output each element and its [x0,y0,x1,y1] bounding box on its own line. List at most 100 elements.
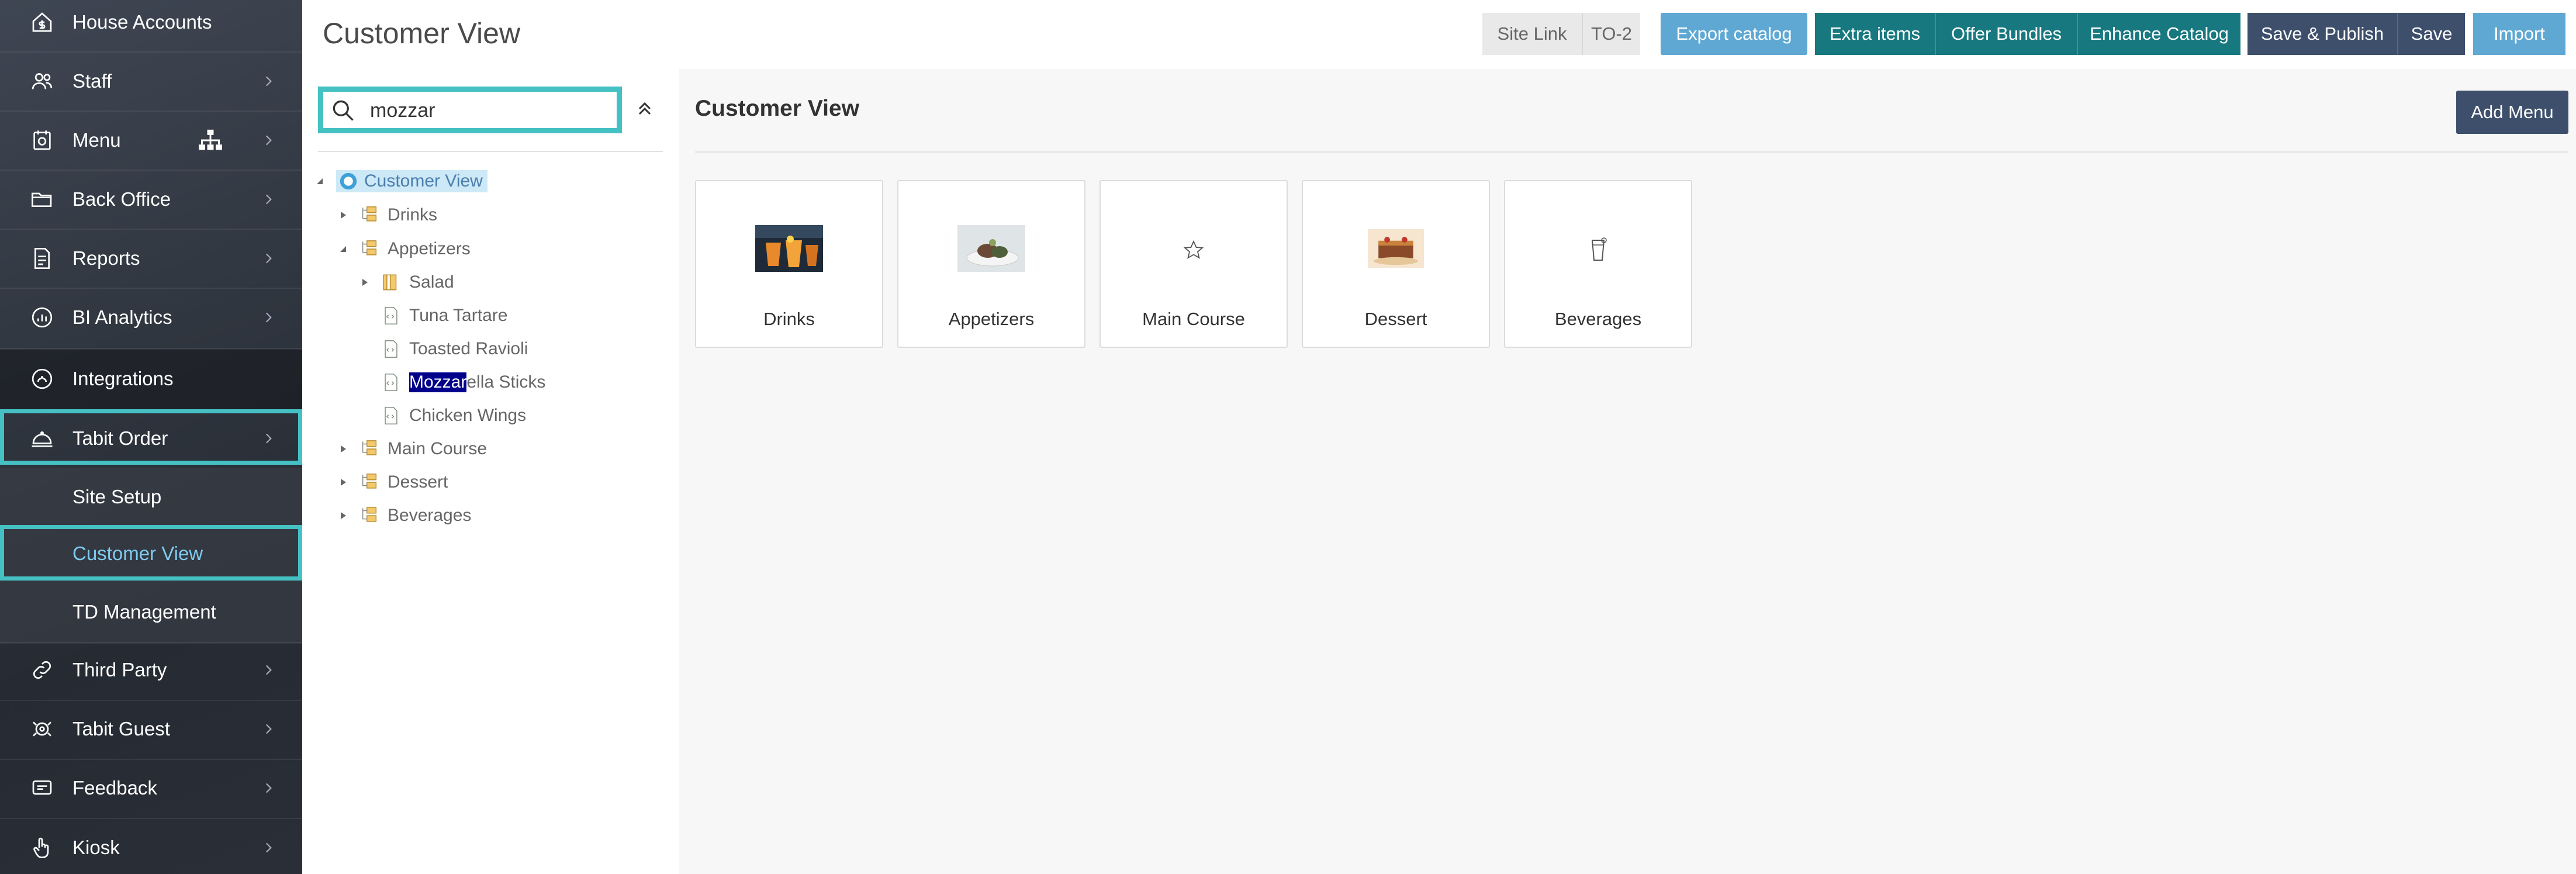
section-title: Customer View [695,96,860,121]
chevron-right-icon [265,842,272,853]
tree-node-toasted-ravioli[interactable]: Toasted Ravioli [381,335,528,363]
sidebar-item-back-office[interactable]: Back Office [0,170,302,229]
item-icon [385,407,397,424]
chevron-right-icon [265,253,272,264]
sidebar-item-integrations[interactable]: Integrations [0,350,302,408]
sidebar-item-kiosk[interactable]: Kiosk [0,818,302,874]
category-icon [362,507,377,522]
card-label: Appetizers [948,309,1035,329]
sidebar-item-label: Feedback [72,777,157,799]
sidebar-item-label: Reports [72,247,140,269]
item-icon [385,374,397,391]
chevron-right-icon [265,135,272,146]
sidebar-item-tabit-guest[interactable]: Tabit Guest [0,700,302,758]
caret-right-icon[interactable] [337,476,349,488]
tree-node-label: Appetizers [388,239,471,258]
sidebar-item-label: BI Analytics [72,306,172,328]
chevron-right-icon [265,194,272,205]
menu-card-appetizers[interactable]: Appetizers [897,180,1085,348]
tree-node-salad[interactable]: Salad [359,268,454,296]
sidebar: House Accounts Staff Menu Back Office Re… [0,0,302,874]
tree-node-mozzarella-sticks[interactable]: Mozzar ella Sticks [381,368,545,396]
card-label: Main Course [1142,309,1245,329]
sidebar-divider [0,348,302,349]
caret-down-icon[interactable] [337,243,349,255]
category-icon [362,206,377,222]
category-icon [362,440,377,455]
sidebar-item-third-party[interactable]: Third Party [0,641,302,699]
add-menu-button[interactable]: Add Menu [2456,91,2568,134]
collapse-all-icon[interactable] [634,98,655,119]
sidebar-subitem-td-management[interactable]: TD Management [0,583,302,641]
menu-card-dessert[interactable]: Dessert [1302,180,1490,348]
tree-node-label: Salad [409,272,454,292]
tabit-order-highlight [0,409,302,465]
link-icon [30,658,54,682]
tree-node-label: Customer View [364,171,483,191]
sidebar-item-label: Back Office [72,188,171,210]
extra-items-button[interactable]: Extra items [1815,13,1935,55]
chevron-right-icon [265,724,272,734]
category-icon [362,474,377,489]
caret-right-icon[interactable] [337,510,349,521]
chevron-right-icon [265,76,272,87]
cup-icon [1591,237,1607,261]
export-catalog-button[interactable]: Export catalog [1661,13,1807,55]
search-icon [333,100,354,121]
tree-node-appetizers[interactable]: Appetizers [337,235,471,263]
menu-book-icon [30,129,54,152]
feedback-icon [30,776,54,800]
enhance-catalog-button[interactable]: Enhance Catalog [2077,13,2240,55]
tree-node-beverages[interactable]: Beverages [337,502,471,530]
sidebar-item-label: Integrations [72,368,174,389]
import-button[interactable]: Import [2473,13,2565,55]
tree-node-chicken-wings[interactable]: Chicken Wings [381,402,526,430]
sidebar-item-bi-analytics[interactable]: BI Analytics [0,288,302,347]
save-button[interactable]: Save [2397,13,2465,55]
sidebar-item-label: Menu [72,129,121,151]
card-label: Dessert [1364,309,1427,329]
sidebar-item-feedback[interactable]: Feedback [0,759,302,817]
globe-icon [340,172,357,190]
sidebar-item-house-accounts[interactable]: House Accounts [0,0,302,51]
tree-node-main-course[interactable]: Main Course [337,435,487,463]
sidebar-item-label: Tabit Guest [72,718,170,740]
search-box[interactable] [318,87,622,133]
search-match-highlight: Mozzar [409,372,467,392]
chevron-right-icon [265,665,272,675]
tree-node-drinks[interactable]: Drinks [337,201,437,229]
item-icon [385,340,397,358]
caret-right-icon[interactable] [337,209,349,221]
tree-divider [318,151,663,152]
caret-down-icon[interactable] [314,175,326,187]
house-dollar-icon [30,11,54,34]
menu-card-drinks[interactable]: Drinks [695,180,883,348]
sidebar-item-label: Kiosk [72,837,120,858]
tree-node-label: ella Sticks [466,372,546,392]
tree-node-tuna-tartare[interactable]: Tuna Tartare [381,302,507,330]
chevron-right-icon [265,783,272,793]
sitemap-icon[interactable] [198,129,223,152]
caret-right-icon[interactable] [337,443,349,455]
menu-card-beverages[interactable]: Beverages [1504,180,1692,348]
tree-node-dessert[interactable]: Dessert [337,468,448,496]
offer-bundles-button[interactable]: Offer Bundles [1935,13,2077,55]
card-label: Drinks [763,309,815,329]
header: Customer View Site Link TO-2 Export cata… [302,0,2576,70]
sidebar-subitem-site-setup[interactable]: Site Setup [0,468,302,526]
dessert-photo [1368,229,1424,268]
site-link-button[interactable]: Site Link [1482,13,1582,55]
tree-node-label: Tuna Tartare [409,306,508,325]
tree-node-root[interactable]: Customer View [314,167,487,195]
search-input[interactable] [370,96,604,125]
tree-node-label: Dessert [388,472,448,492]
sidebar-item-staff[interactable]: Staff [0,52,302,110]
caret-right-icon[interactable] [359,277,371,288]
save-publish-button[interactable]: Save & Publish [2247,13,2397,55]
sidebar-item-menu[interactable]: Menu [0,111,302,170]
main-divider [695,151,2568,153]
sidebar-item-reports[interactable]: Reports [0,229,302,288]
menu-card-main-course[interactable]: Main Course [1099,180,1288,348]
tree-node-label: Main Course [388,439,487,458]
to2-button[interactable]: TO-2 [1582,13,1640,55]
